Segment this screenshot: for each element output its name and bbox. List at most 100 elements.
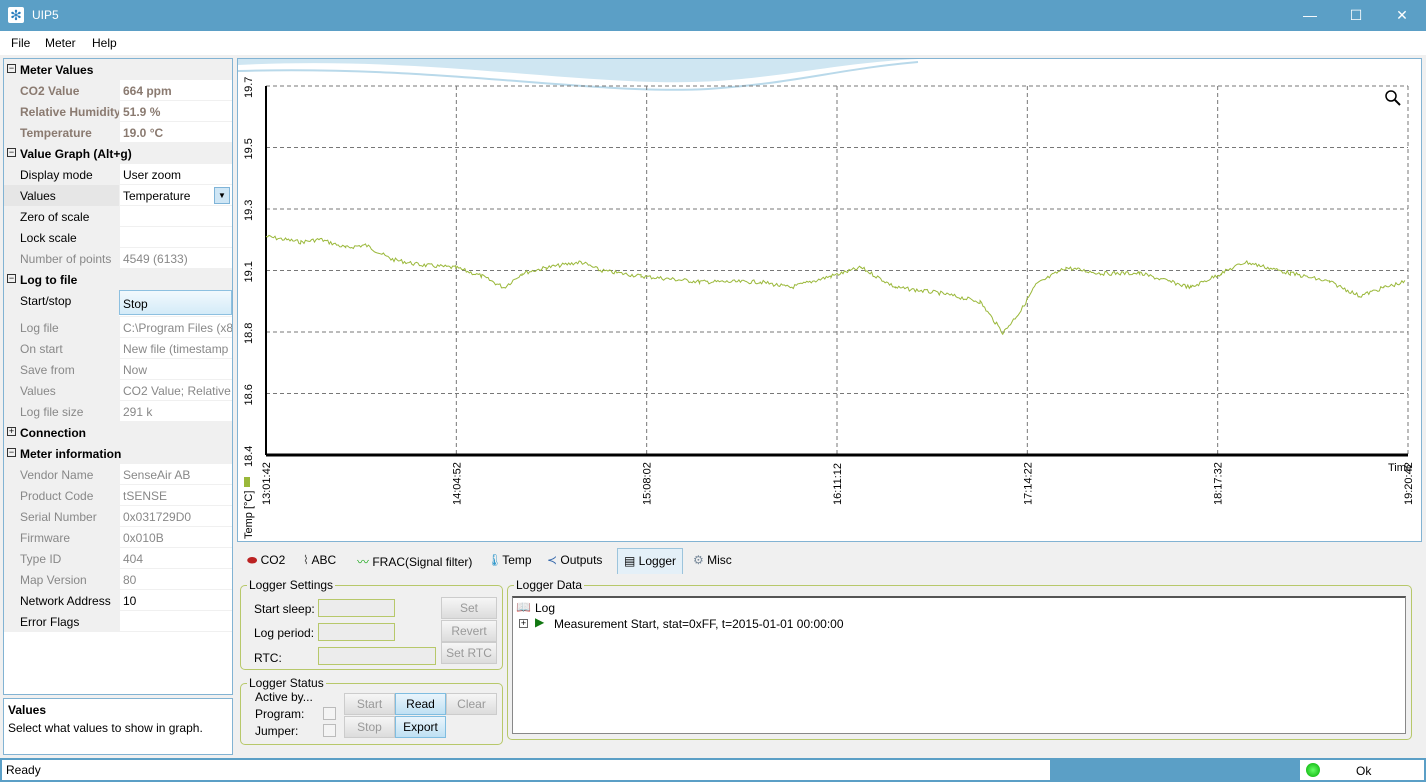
property-value[interactable]: SenseAir AB [119,464,232,485]
property-row[interactable]: Save from Now [4,359,232,380]
dropdown-chevron-icon[interactable]: ▼ [214,187,230,204]
property-row[interactable]: Number of points 4549 (6133) [4,248,232,269]
collapse-icon[interactable]: − [7,274,16,283]
property-value[interactable]: 51.9 % [119,101,232,122]
property-label: Number of points [4,248,119,269]
property-value[interactable]: 291 k [119,401,232,422]
tree-root[interactable]: Log [535,601,555,615]
close-button[interactable]: ✕ [1379,0,1425,31]
property-value[interactable]: C:\Program Files (x86 [119,317,232,338]
tab-co2[interactable]: ⬬ CO2 [241,548,291,574]
maximize-button[interactable]: ☐ [1333,0,1379,31]
zoom-icon[interactable] [1385,90,1401,106]
property-value[interactable]: 664 ppm [119,80,232,101]
rtc-label: RTC: [254,651,282,665]
property-value[interactable]: 10 [119,590,232,611]
property-value[interactable]: 0x031729D0 [119,506,232,527]
property-value[interactable]: 0x010B [119,527,232,548]
title-bar: ✻ UIP5 — ☐ ✕ [0,0,1426,31]
property-label: Vendor Name [4,464,119,485]
read-button[interactable]: Read [395,693,446,715]
expand-icon[interactable]: + [7,427,16,436]
property-row[interactable]: Display mode User zoom [4,164,232,185]
y-axis-label: Temp [°C] [243,491,255,539]
clear-button[interactable]: Clear [446,693,497,715]
tab-logger[interactable]: ▤ Logger [617,548,684,574]
property-value[interactable] [119,206,232,227]
revert-button[interactable]: Revert [441,620,497,642]
property-row[interactable]: Serial Number 0x031729D0 [4,506,232,527]
property-value[interactable] [119,611,232,632]
property-row[interactable]: Values Temperature ▼ [4,185,232,206]
rtc-field[interactable] [318,647,436,665]
menu-help[interactable]: Help [92,36,117,50]
collapse-icon[interactable]: − [7,148,16,157]
property-value[interactable]: Now [119,359,232,380]
log-tree[interactable]: 📖 Log + ▶ Measurement Start, stat=0xFF, … [512,596,1406,734]
set-rtc-button[interactable]: Set RTC [441,642,497,664]
property-row[interactable]: Product Code tSENSE [4,485,232,506]
property-row[interactable]: Start/stop Stop [4,290,232,317]
minimize-button[interactable]: — [1287,0,1333,31]
collapse-icon[interactable]: − [7,64,16,73]
property-value[interactable]: 19.0 °C [119,122,232,143]
property-row[interactable]: Log file C:\Program Files (x86 [4,317,232,338]
property-value[interactable]: Stop [119,290,232,315]
group-log_to_file[interactable]: − Log to file [4,269,232,290]
stop-button[interactable]: Stop [344,716,395,738]
book-icon: 📖 [516,600,531,614]
property-value[interactable]: tSENSE [119,485,232,506]
jumper-checkbox[interactable] [323,724,336,737]
property-label: Lock scale [4,227,119,248]
set-button[interactable]: Set [441,597,497,619]
property-label: Firmware [4,527,119,548]
property-row[interactable]: On start New file (timestamp [4,338,232,359]
collapse-icon[interactable]: − [7,448,16,457]
property-value[interactable]: 4549 (6133) [119,248,232,269]
status-bar: Ready Ok [0,758,1426,782]
property-row[interactable]: Type ID 404 [4,548,232,569]
property-value[interactable]: 80 [119,569,232,590]
property-row[interactable]: Network Address 10 [4,590,232,611]
tree-item[interactable]: Measurement Start, stat=0xFF, t=2015-01-… [554,617,844,631]
y-tick-label: 19.3 [243,200,255,221]
value-graph[interactable]: 18.4 18.6 18.8 19.1 19.3 19.5 19.7 13:01:42 14:0… [237,58,1422,542]
group-connection[interactable]: + Connection [4,422,232,443]
program-checkbox[interactable] [323,707,336,720]
start-sleep-field[interactable] [318,599,395,617]
outputs-icon: ≺ [547,553,561,567]
property-row[interactable]: CO2 Value 664 ppm [4,80,232,101]
start-button[interactable]: Start [344,693,395,715]
tab-outputs[interactable]: ≺ Outputs [541,548,608,574]
tab-frac[interactable]: 〰 FRAC(Signal filter) [351,548,478,574]
property-value[interactable]: User zoom [119,164,232,185]
expand-icon[interactable]: + [519,619,528,628]
group-title: Logger Data [514,578,585,592]
property-value[interactable]: New file (timestamp [119,338,232,359]
property-row[interactable]: Values CO2 Value; Relative H [4,380,232,401]
property-row[interactable]: Map Version 80 [4,569,232,590]
export-button[interactable]: Export [395,716,446,738]
property-row[interactable]: Vendor Name SenseAir AB [4,464,232,485]
property-row[interactable]: Zero of scale [4,206,232,227]
menu-meter[interactable]: Meter [45,36,76,50]
property-label: Log file size [4,401,119,422]
group-value_graph[interactable]: − Value Graph (Alt+g) [4,143,232,164]
log-period-field[interactable] [318,623,395,641]
menu-file[interactable]: File [11,36,30,50]
property-row[interactable]: Lock scale [4,227,232,248]
jumper-label: Jumper: [255,724,299,738]
group-meter_values[interactable]: − Meter Values [4,59,232,80]
group-meter_info[interactable]: − Meter information [4,443,232,464]
property-value[interactable]: 404 [119,548,232,569]
tab-temp[interactable]: 🌡Temp [481,548,538,574]
property-row[interactable]: Temperature 19.0 °C [4,122,232,143]
property-value[interactable] [119,227,232,248]
property-row[interactable]: Error Flags [4,611,232,632]
property-row[interactable]: Firmware 0x010B [4,527,232,548]
property-row[interactable]: Log file size 291 k [4,401,232,422]
tab-misc[interactable]: ⚙ Misc [687,548,738,574]
tab-abc[interactable]: ⌇ ABC [297,548,342,574]
property-row[interactable]: Relative Humidity 51.9 % [4,101,232,122]
property-value[interactable]: CO2 Value; Relative H [119,380,232,401]
